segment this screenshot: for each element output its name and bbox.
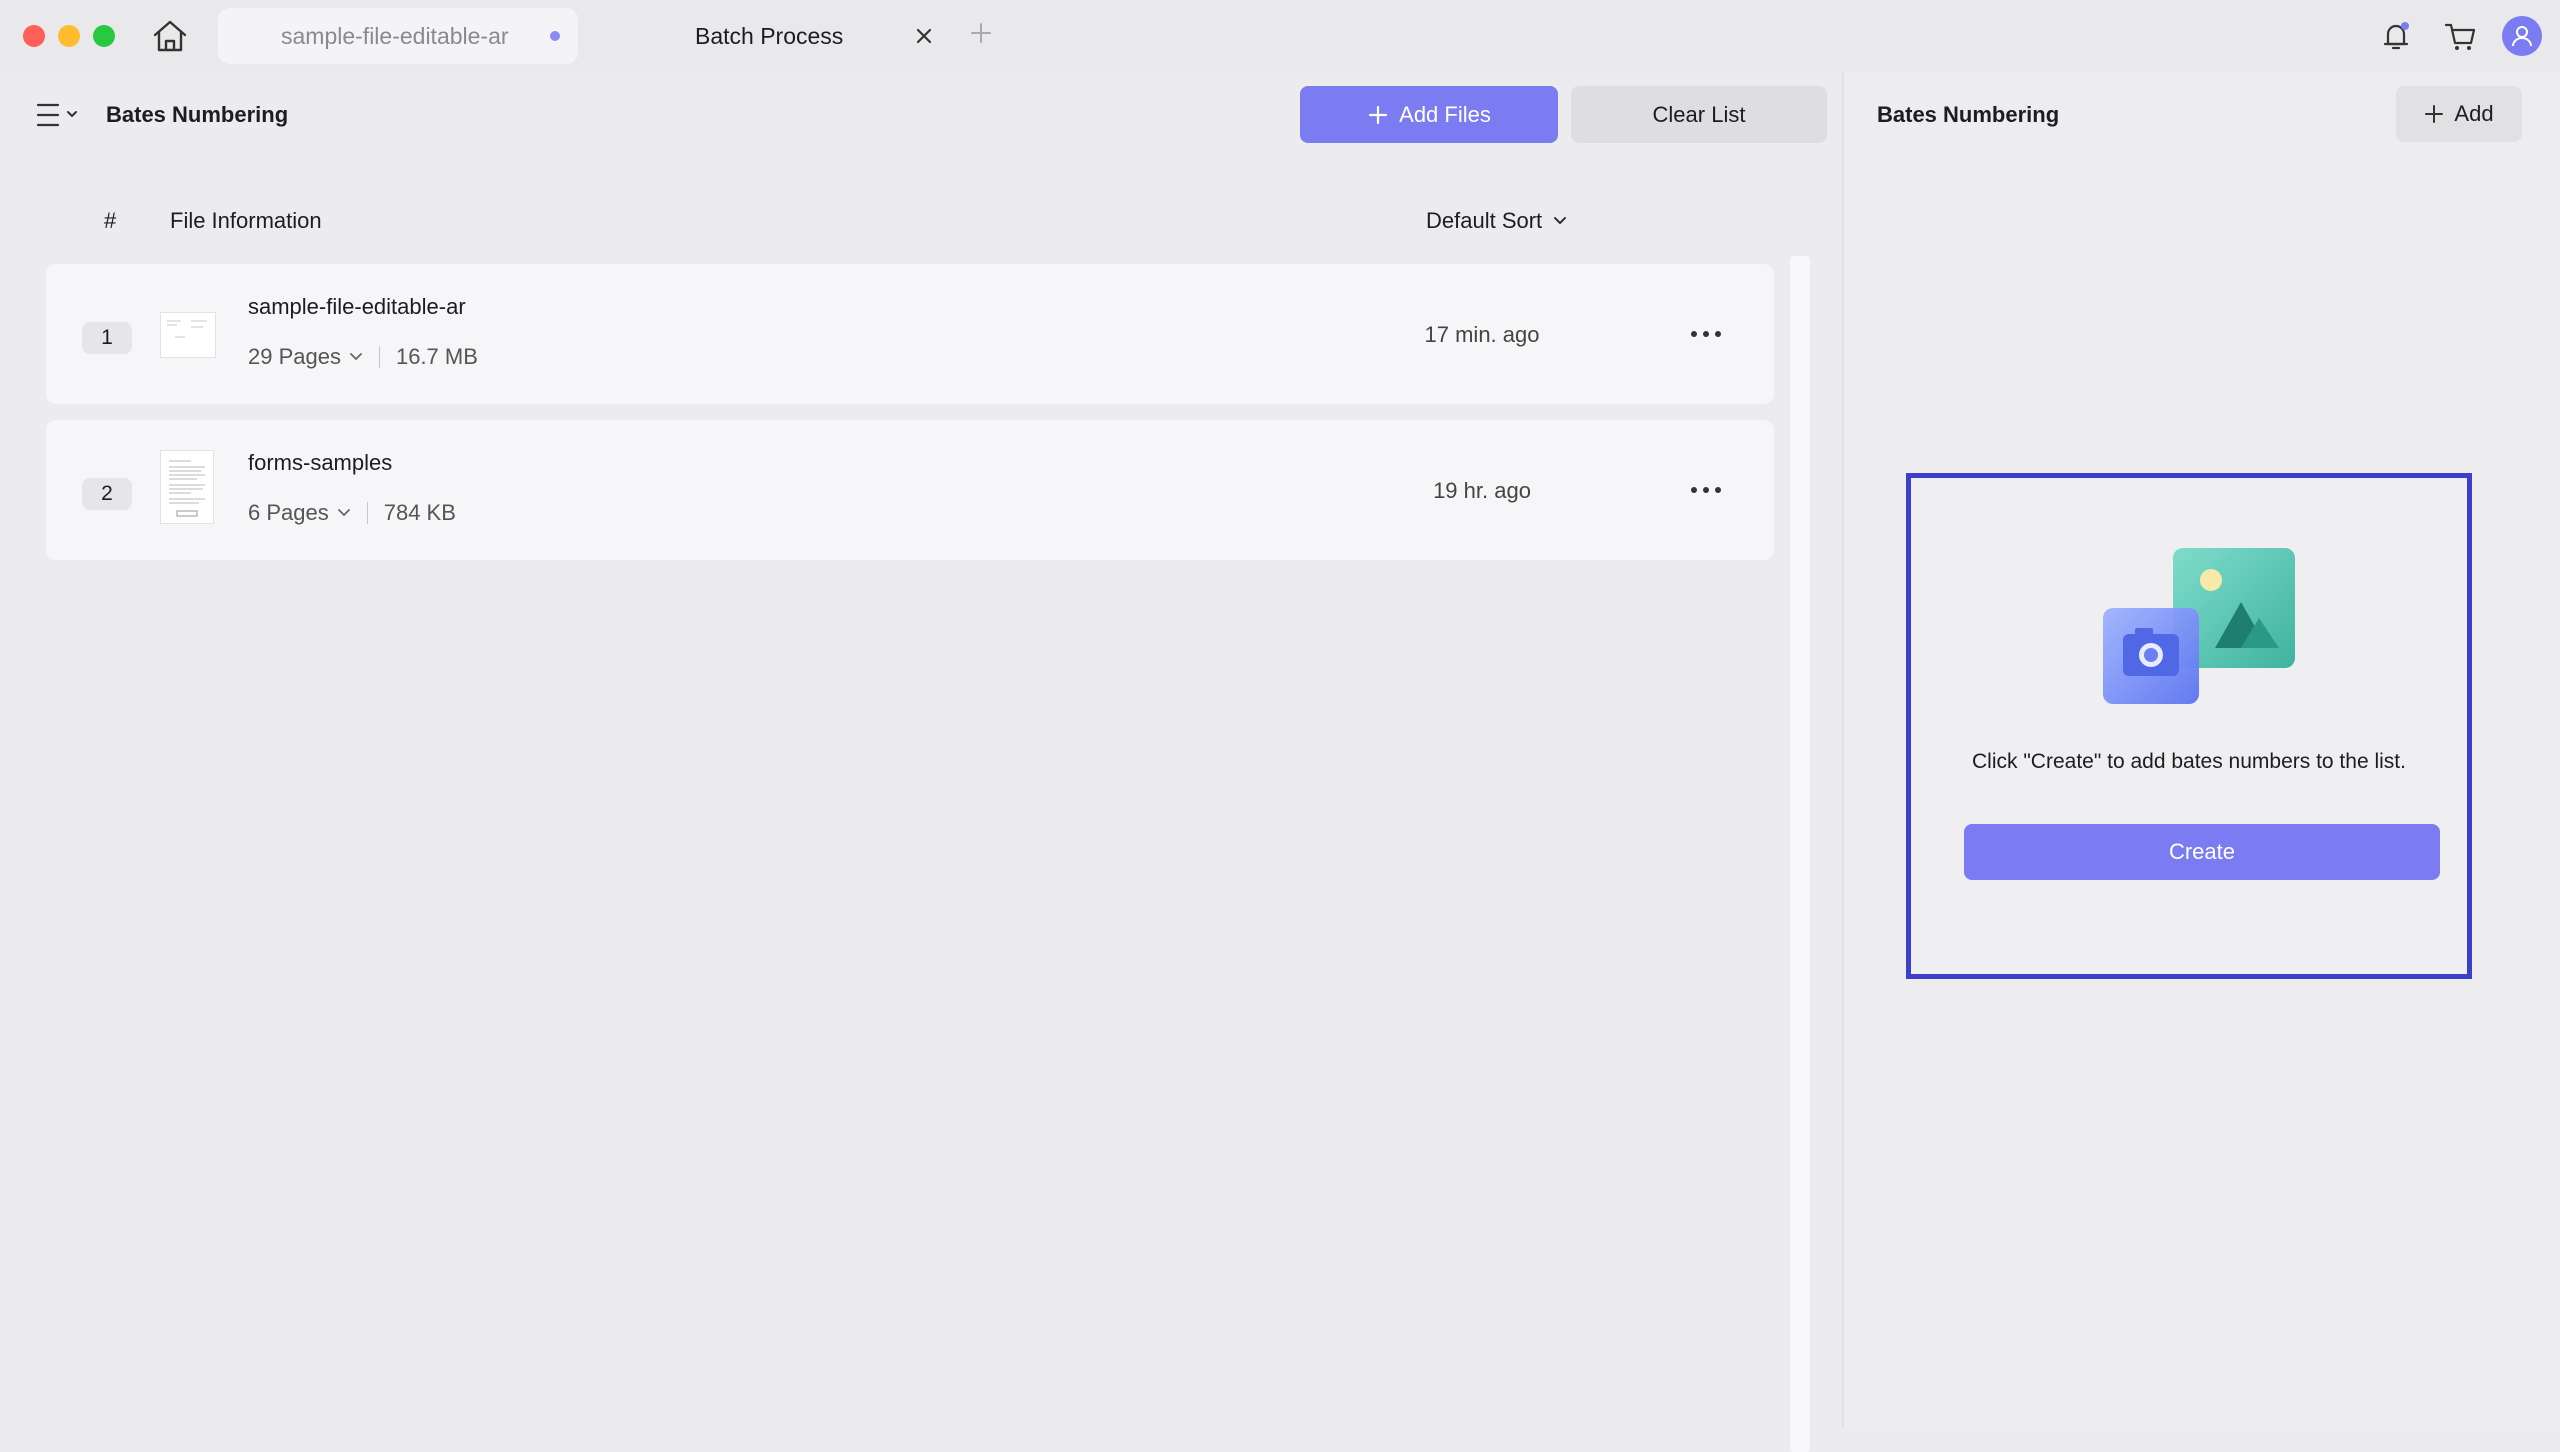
close-window-button[interactable] — [23, 25, 45, 47]
page-count: 6 Pages — [248, 500, 329, 525]
file-meta: 29 Pages 16.7 MB — [248, 344, 478, 370]
cart-icon[interactable] — [2440, 16, 2480, 56]
sort-label: Default Sort — [1426, 208, 1543, 233]
close-icon[interactable] — [910, 22, 938, 50]
file-meta: 6 Pages 784 KB — [248, 500, 456, 526]
clear-list-button[interactable]: Clear List — [1571, 86, 1827, 143]
file-thumbnail — [160, 450, 214, 524]
column-header-file-info: File Information — [170, 208, 322, 233]
panel-title: Bates Numbering — [1877, 102, 2060, 127]
more-options-icon[interactable] — [1686, 324, 1726, 344]
tab-sample-file[interactable]: sample-file-editable-ar — [218, 8, 578, 64]
title-bar: sample-file-editable-ar Batch Process — [0, 0, 2560, 72]
chevron-down-icon — [350, 353, 362, 360]
new-tab-plus-icon[interactable] — [968, 20, 994, 46]
tab-batch-process[interactable]: Batch Process — [600, 8, 950, 64]
column-header-index: # — [104, 208, 117, 233]
add-label: Add — [2454, 101, 2494, 126]
menu-icon[interactable] — [34, 100, 82, 130]
tab-label: sample-file-editable-ar — [281, 22, 509, 49]
file-thumbnail — [160, 312, 216, 358]
page-title: Bates Numbering — [106, 102, 289, 127]
plus-icon — [2425, 105, 2444, 123]
empty-state: Click "Create" to add bates numbers to t… — [1906, 473, 2472, 979]
divider — [378, 346, 380, 368]
row-index: 2 — [82, 478, 132, 510]
minimize-window-button[interactable] — [58, 25, 80, 47]
empty-state-message: Click "Create" to add bates numbers to t… — [1972, 750, 2406, 773]
add-files-button[interactable]: Add Files — [1300, 86, 1558, 143]
file-size: 16.7 MB — [395, 344, 478, 369]
row-index: 1 — [82, 322, 132, 354]
tab-label: Batch Process — [695, 22, 844, 49]
maximize-window-button[interactable] — [93, 25, 115, 47]
file-name: sample-file-editable-ar — [248, 294, 466, 319]
file-list-panel: Bates Numbering Add Files Clear List # F… — [0, 72, 1842, 1452]
divider — [366, 502, 368, 524]
bates-numbering-panel: Bates Numbering Add Click "Create" to ad… — [1844, 72, 2560, 1428]
plus-icon — [1369, 105, 1388, 124]
page-count-dropdown[interactable]: 29 Pages — [248, 344, 363, 370]
add-files-label: Add Files — [1399, 101, 1491, 127]
page-count: 29 Pages — [248, 344, 341, 369]
file-timestamp: 19 hr. ago — [1433, 478, 1531, 503]
file-size: 784 KB — [383, 500, 456, 525]
add-bates-button[interactable]: Add — [2396, 86, 2522, 142]
page-count-dropdown[interactable]: 6 Pages — [248, 500, 351, 526]
image-camera-illustration-icon — [2103, 548, 2295, 704]
bell-icon[interactable] — [2376, 16, 2416, 56]
chevron-down-icon — [337, 509, 350, 516]
table-row[interactable]: 1 sample-file-editable-ar 29 Pages 16.7 … — [46, 264, 1774, 404]
more-options-icon[interactable] — [1686, 480, 1726, 500]
user-icon — [2512, 26, 2532, 47]
scrollbar[interactable] — [1790, 256, 1810, 1452]
table-row[interactable]: 2 forms-samples 6 Pages 784 KB 19 hr. ag… — [46, 420, 1774, 560]
create-button[interactable]: Create — [1964, 824, 2440, 880]
file-timestamp: 17 min. ago — [1424, 322, 1540, 347]
file-name: forms-samples — [248, 450, 393, 475]
home-icon[interactable] — [150, 18, 190, 54]
chevron-down-icon — [1554, 217, 1567, 224]
avatar[interactable] — [2502, 16, 2542, 56]
sort-dropdown[interactable]: Default Sort — [1426, 208, 1568, 234]
unsaved-dot-icon — [550, 31, 560, 41]
